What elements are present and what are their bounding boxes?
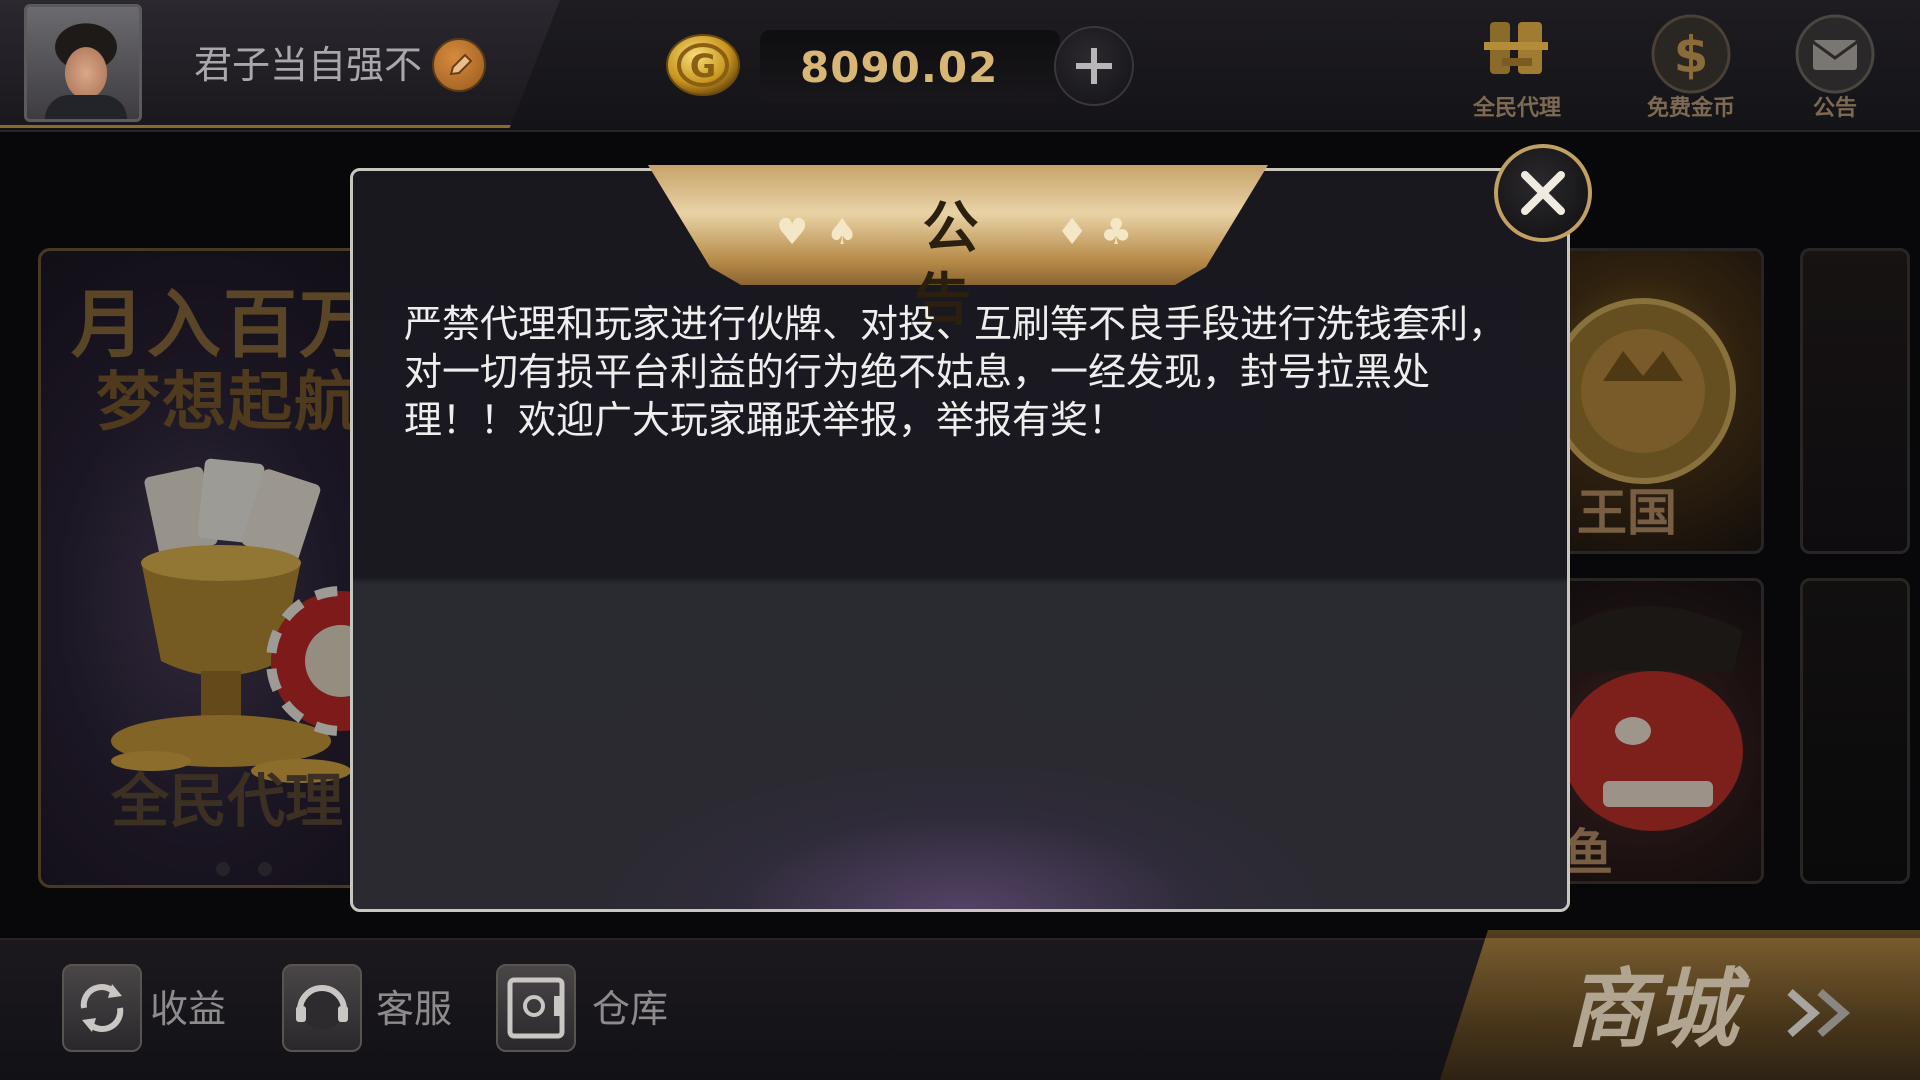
avatar[interactable] bbox=[24, 4, 142, 122]
customer-service-label: 客服 bbox=[376, 987, 453, 1031]
svg-text:$: $ bbox=[1674, 26, 1709, 84]
announcement-body: 严禁代理和玩家进行伙牌、对投、互刷等不良手段进行洗钱套利，对一切有损平台利益的行… bbox=[404, 302, 1507, 442]
close-icon bbox=[1521, 171, 1565, 215]
mail-icon bbox=[1795, 14, 1875, 94]
announcement-caption: 公告 bbox=[1812, 96, 1857, 121]
dollar-coin-icon: $ bbox=[1651, 14, 1731, 94]
free-coins-caption: 免费金币 bbox=[1646, 96, 1735, 121]
nickname: 君子当自强不 bbox=[194, 43, 423, 87]
headset-icon bbox=[282, 964, 362, 1052]
agent-caption: 全民代理 bbox=[1472, 96, 1561, 121]
spade-icon: ♠ bbox=[826, 212, 859, 253]
announcement-button[interactable]: 公告 bbox=[1780, 12, 1890, 122]
agent-button[interactable]: 全民代理 bbox=[1462, 12, 1572, 122]
close-button[interactable] bbox=[1494, 144, 1592, 242]
diamond-icon: ♦ bbox=[1056, 212, 1089, 253]
edit-nickname-button[interactable] bbox=[432, 38, 486, 92]
agent-icon bbox=[1484, 22, 1548, 74]
refresh-icon bbox=[62, 964, 142, 1052]
earnings-label: 收益 bbox=[150, 987, 227, 1031]
pencil-icon bbox=[449, 53, 473, 76]
safe-icon bbox=[496, 964, 576, 1052]
double-chevron-right-icon bbox=[1787, 988, 1851, 1038]
add-coins-button[interactable] bbox=[1054, 26, 1134, 106]
svg-text:G: G bbox=[690, 47, 716, 85]
shop-label: 商城 bbox=[1566, 959, 1738, 1060]
heart-icon: ♥ bbox=[776, 212, 809, 253]
gold-coin-icon: G bbox=[666, 34, 740, 96]
club-icon: ♣ bbox=[1100, 212, 1133, 253]
plus-icon bbox=[1076, 48, 1112, 84]
warehouse-label: 仓库 bbox=[592, 987, 669, 1031]
coin-balance: 8090.02 bbox=[800, 43, 999, 92]
warehouse-button[interactable]: 仓库 bbox=[496, 960, 676, 1060]
free-coins-button[interactable]: $ 免费金币 bbox=[1636, 12, 1746, 122]
dialog-title: 公告 bbox=[915, 196, 1009, 333]
customer-service-button[interactable]: 客服 bbox=[282, 960, 462, 1060]
earnings-button[interactable]: 收益 bbox=[62, 960, 242, 1060]
